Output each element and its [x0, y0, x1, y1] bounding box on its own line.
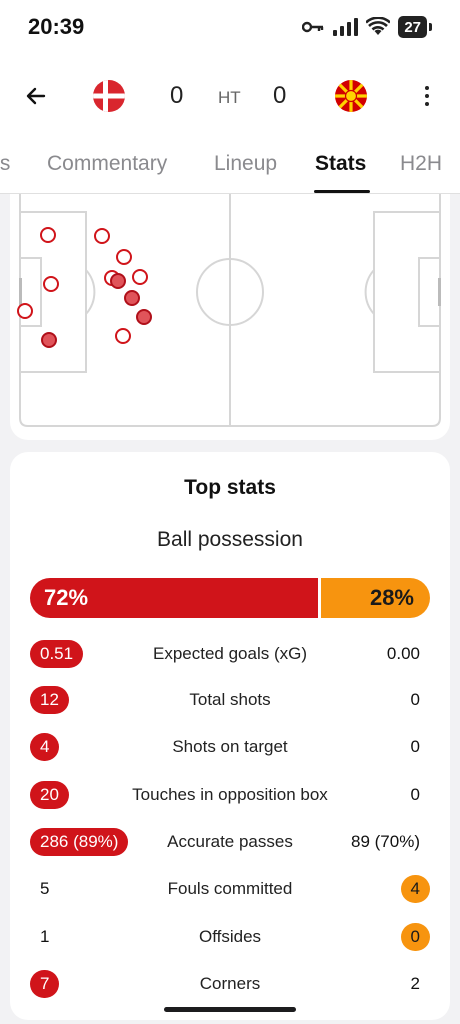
status-bar: 20:39 27	[0, 0, 460, 52]
shot-marker-on-target	[41, 332, 57, 348]
shot-map-card	[10, 194, 450, 440]
back-button[interactable]	[18, 78, 54, 114]
more-vert-icon	[425, 86, 429, 90]
right-penalty-area	[373, 211, 441, 373]
left-penalty-arc	[85, 269, 96, 315]
shot-marker	[94, 228, 110, 244]
stat-row-expected-goals: 0.51 Expected goals (xG) 0.00	[30, 640, 430, 668]
home-indicator[interactable]	[164, 1007, 296, 1012]
shot-marker-on-target	[124, 290, 140, 306]
stat-row-corners: 7 Corners 2	[30, 970, 430, 998]
stat-away-value: 0	[400, 923, 430, 951]
ball-possession-label: Ball possession	[157, 528, 303, 551]
stat-label: Shots on target	[172, 737, 288, 756]
active-tab-indicator	[314, 190, 370, 193]
tab-h2h[interactable]: H2H	[400, 152, 442, 176]
status-icons: 27	[302, 16, 432, 38]
battery-icon	[429, 23, 432, 31]
stat-row-accurate-passes: 286 (89%) Accurate passes 89 (70%)	[30, 828, 430, 856]
stat-label: Corners	[199, 974, 261, 993]
possession-home: 72%	[30, 578, 318, 618]
top-stats-title: Top stats	[184, 476, 276, 499]
away-team-flag[interactable]	[335, 80, 367, 112]
top-stats-card: Top stats Ball possession 72% 28% 0.51 E…	[10, 452, 450, 1020]
shot-marker	[17, 303, 33, 319]
tab-stats[interactable]: Stats	[315, 152, 366, 176]
stat-label: Expected goals (xG)	[152, 644, 307, 663]
stat-row-offsides: 1 Offsides 0	[30, 923, 430, 951]
stat-label: Touches in opposition box	[132, 785, 328, 804]
shot-marker	[40, 227, 56, 243]
tab-facts[interactable]: ts	[0, 152, 10, 176]
shot-marker	[115, 328, 131, 344]
stat-row-shots-on-target: 4 Shots on target 0	[30, 733, 430, 761]
right-penalty-arc	[364, 269, 375, 315]
vpn-key-icon	[302, 21, 324, 33]
home-team-flag[interactable]	[93, 80, 125, 112]
tab-commentary[interactable]: Commentary	[47, 152, 167, 176]
denmark-flag-icon	[93, 80, 125, 112]
stat-row-total-shots: 12 Total shots 0	[30, 686, 430, 714]
stat-away-value: 89 (70%)	[351, 832, 420, 851]
stat-label: Total shots	[189, 690, 271, 709]
arrow-left-icon	[26, 87, 46, 105]
ball-possession-bar: 72% 28%	[30, 578, 430, 618]
tab-lineup[interactable]: Lineup	[214, 152, 277, 176]
right-goal	[438, 278, 441, 306]
right-goal-area	[418, 257, 441, 327]
stat-row-touches-in-box: 20 Touches in opposition box 0	[30, 781, 430, 809]
stat-away-value: 0	[410, 690, 420, 709]
cellular-signal-icon	[333, 18, 359, 36]
match-period: HT	[218, 88, 241, 107]
possession-away: 28%	[321, 578, 430, 618]
wifi-icon	[366, 17, 391, 35]
shot-marker-on-target	[110, 273, 126, 289]
more-options-button[interactable]	[412, 78, 442, 114]
shot-markers	[17, 227, 152, 348]
away-score: 0	[273, 82, 287, 109]
north-macedonia-flag-icon	[335, 80, 367, 112]
shot-marker	[132, 269, 148, 285]
stat-away-value: 0.00	[386, 644, 420, 663]
stat-label: Offsides	[198, 927, 262, 946]
left-goal	[19, 278, 22, 306]
stat-away-value: 0	[410, 737, 420, 756]
match-header: 0 HT 0	[0, 52, 460, 140]
status-time: 20:39	[28, 14, 85, 39]
stat-away-value: 2	[410, 974, 420, 993]
battery-level: 27	[398, 16, 427, 38]
stat-label: Fouls committed	[167, 879, 293, 898]
shot-marker	[116, 249, 132, 265]
shot-map-pitch	[17, 194, 441, 427]
stat-away-value: 4	[400, 875, 430, 903]
shot-marker	[43, 276, 59, 292]
stat-away-value: 0	[410, 785, 420, 804]
stat-row-fouls-committed: 5 Fouls committed 4	[30, 875, 430, 903]
home-score: 0	[170, 82, 184, 109]
shot-marker-on-target	[136, 309, 152, 325]
match-tabs: ts Commentary Lineup Stats H2H	[0, 140, 460, 194]
